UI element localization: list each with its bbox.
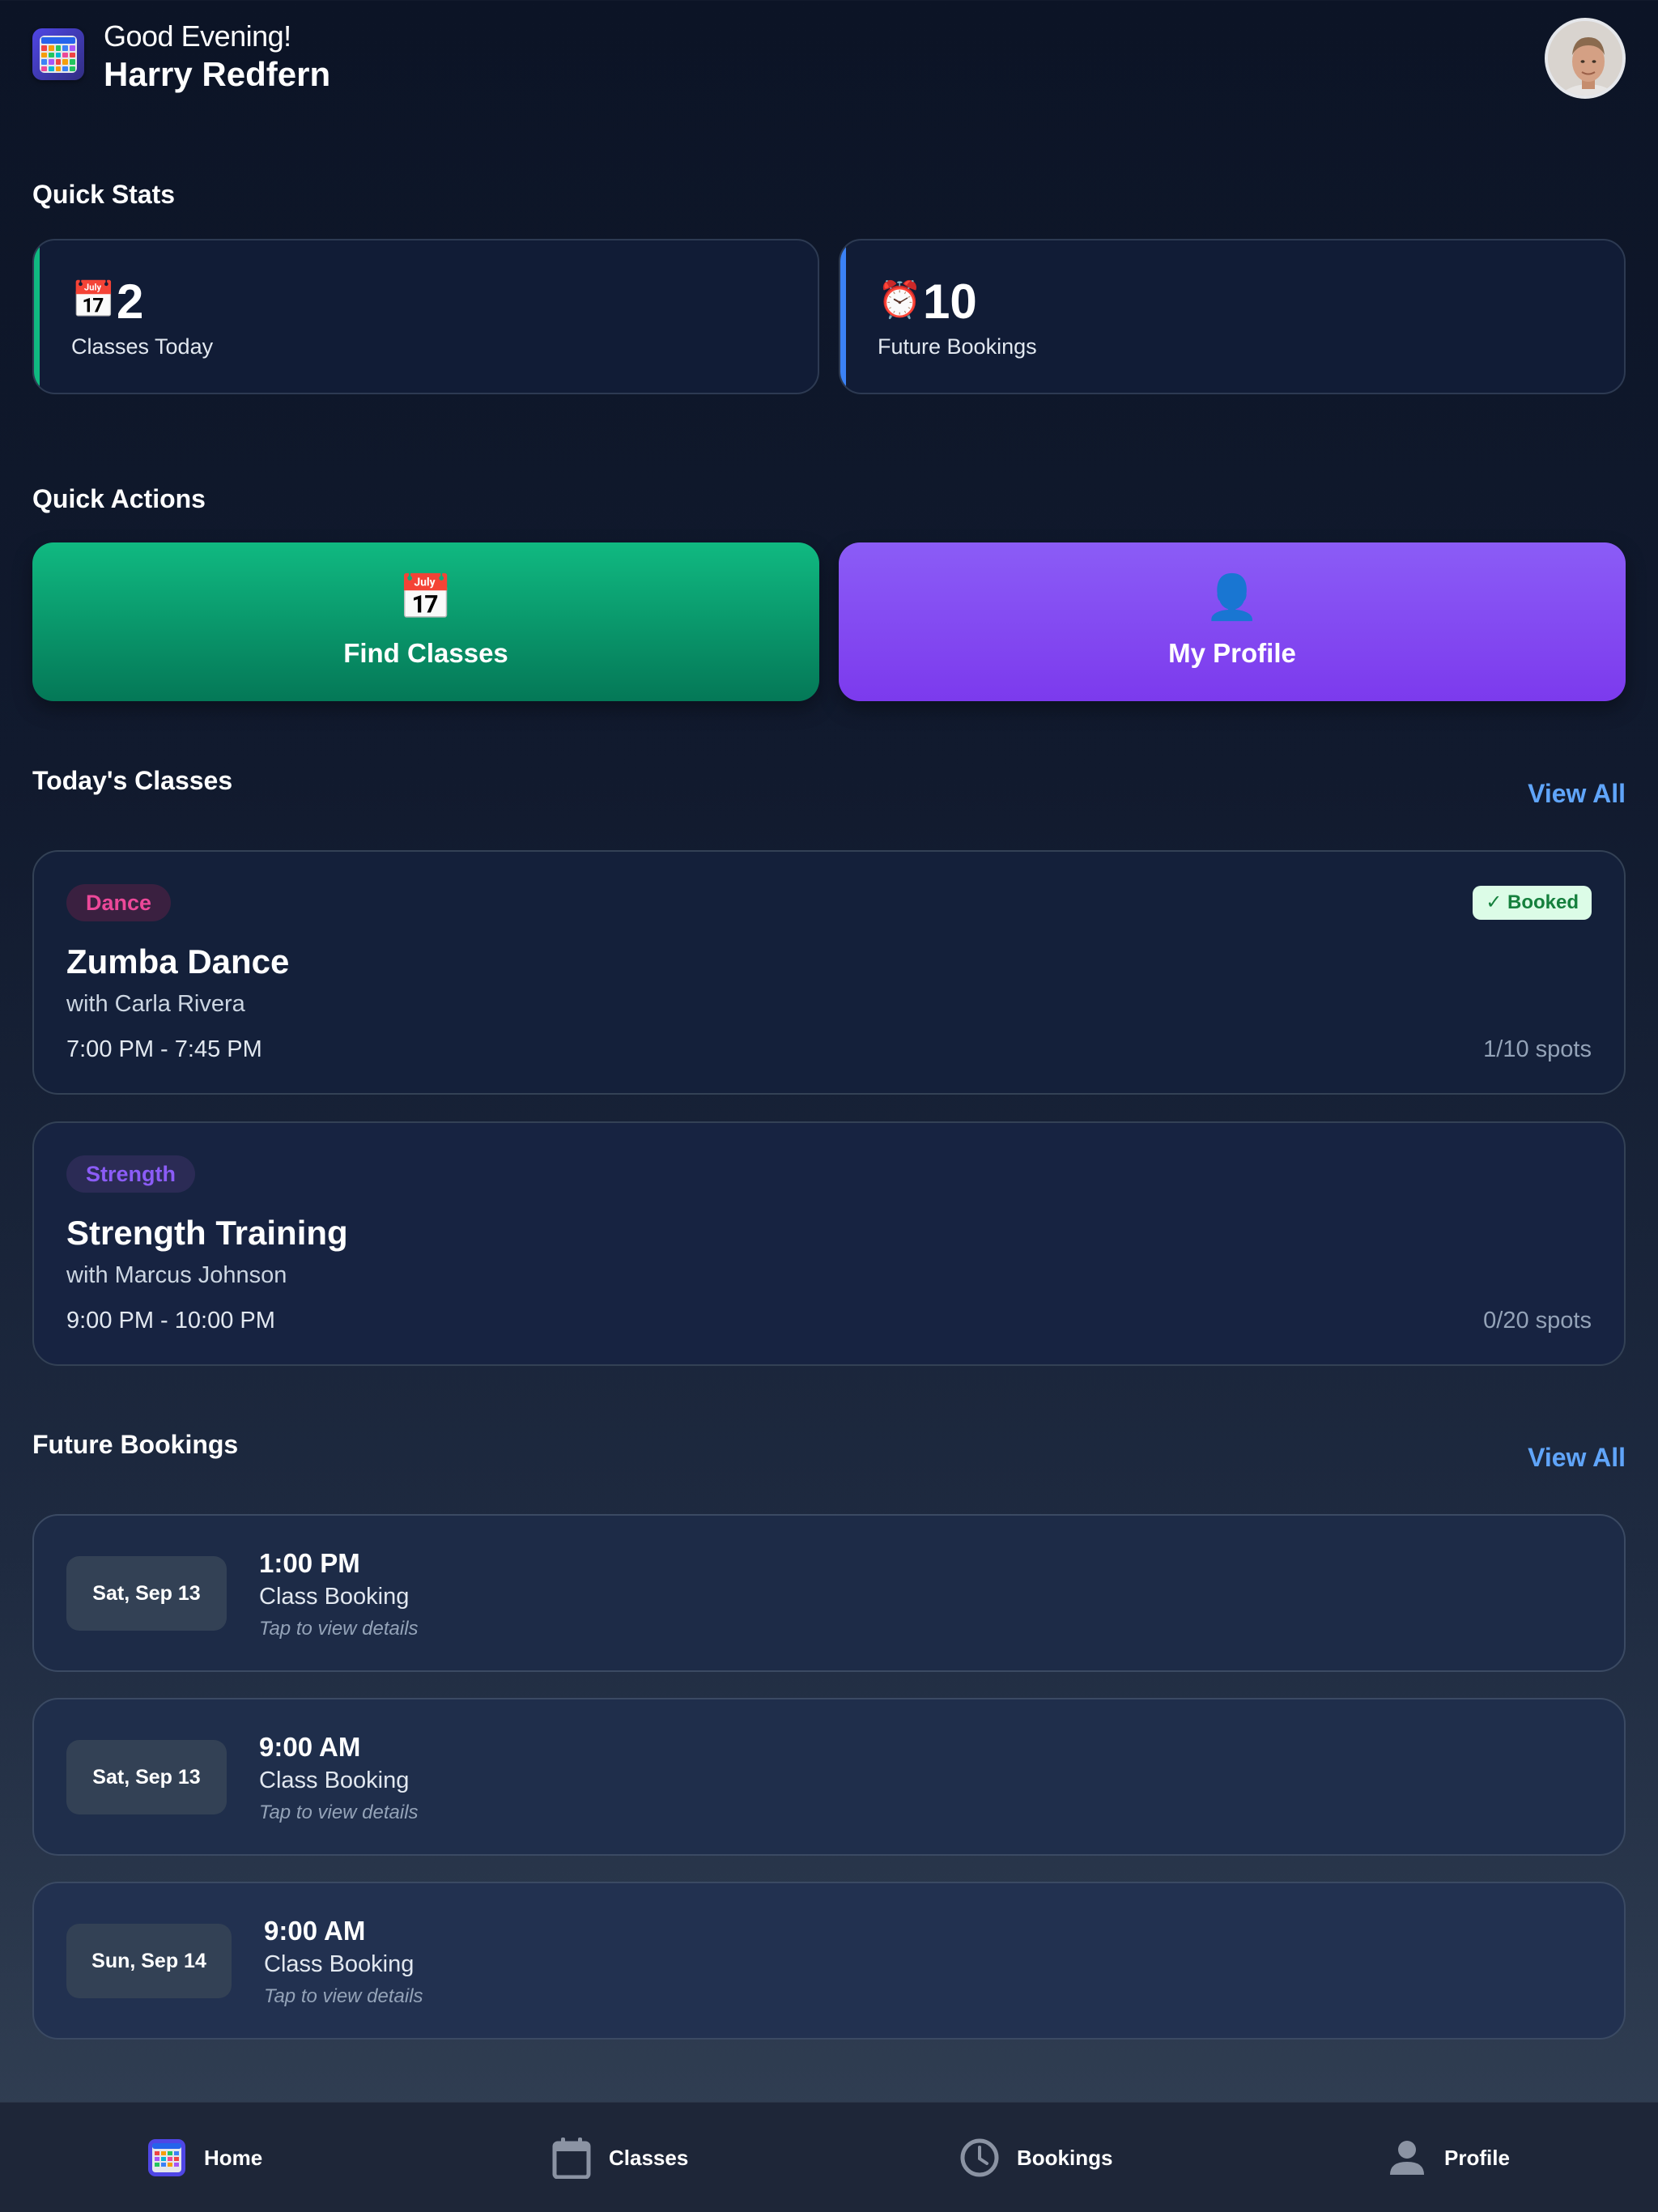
class-time: 7:00 PM - 7:45 PM <box>66 1036 262 1062</box>
action-label: My Profile <box>1168 638 1296 668</box>
find-classes-button[interactable]: 📅 Find Classes <box>32 542 819 701</box>
nav-item-home[interactable]: Home <box>146 2103 262 2212</box>
stat-value: 10 <box>923 274 977 329</box>
class-instructor: with Marcus Johnson <box>66 1262 287 1288</box>
class-title: Strength Training <box>66 1214 348 1252</box>
booking-hint: Tap to view details <box>259 1618 419 1640</box>
booking-card[interactable]: Sun, Sep 14 9:00 AM Class Booking Tap to… <box>32 1882 1626 2040</box>
class-card-strength[interactable]: Strength Strength Training with Marcus J… <box>32 1121 1626 1366</box>
booking-card[interactable]: Sat, Sep 13 1:00 PM Class Booking Tap to… <box>32 1514 1626 1672</box>
view-all-bookings-link[interactable]: View All <box>1528 1443 1626 1473</box>
nav-label: Home <box>204 2145 263 2170</box>
calendar-icon: 📅 <box>398 573 453 622</box>
stat-label: Future Bookings <box>878 334 1037 359</box>
nav-item-bookings[interactable]: Bookings <box>959 2103 1112 2212</box>
booking-date: Sun, Sep 14 <box>66 1924 232 1998</box>
app-calendar-icon <box>146 2137 188 2179</box>
class-instructor: with Carla Rivera <box>66 991 245 1017</box>
class-spots: 1/10 spots <box>1483 1036 1592 1062</box>
calendar-icon: 📅 <box>71 280 116 320</box>
booked-badge: ✓ Booked <box>1473 886 1592 920</box>
alarm-clock-icon: ⏰ <box>878 280 922 320</box>
class-title: Zumba Dance <box>66 942 290 981</box>
nav-item-classes[interactable]: Classes <box>551 2103 688 2212</box>
user-avatar[interactable] <box>1545 18 1626 99</box>
booking-date: Sat, Sep 13 <box>66 1740 227 1814</box>
todays-classes-title: Today's Classes <box>32 766 233 795</box>
class-card-zumba[interactable]: Dance ✓ Booked Zumba Dance with Carla Ri… <box>32 850 1626 1095</box>
quick-stats-title: Quick Stats <box>32 180 176 209</box>
booking-type: Class Booking <box>259 1584 410 1610</box>
future-bookings-title: Future Bookings <box>32 1430 239 1459</box>
user-silhouette-icon: 👤 <box>1205 573 1260 622</box>
stat-accent-bar <box>840 240 846 393</box>
booking-date: Sat, Sep 13 <box>66 1556 227 1631</box>
booking-type: Class Booking <box>264 1951 414 1977</box>
class-spots: 0/20 spots <box>1483 1308 1592 1334</box>
stat-value: 2 <box>117 274 144 329</box>
booking-hint: Tap to view details <box>259 1802 419 1823</box>
nav-item-profile[interactable]: Profile <box>1386 2103 1510 2212</box>
action-label: Find Classes <box>343 638 508 668</box>
nav-label: Bookings <box>1017 2145 1113 2170</box>
category-badge: Dance <box>66 884 172 921</box>
category-badge: Strength <box>66 1155 195 1193</box>
booking-card[interactable]: Sat, Sep 13 9:00 AM Class Booking Tap to… <box>32 1698 1626 1856</box>
class-time: 9:00 PM - 10:00 PM <box>66 1308 275 1334</box>
booking-hint: Tap to view details <box>264 1985 423 2007</box>
nav-label: Classes <box>609 2145 689 2170</box>
bottom-navigation: Home Classes Bookings Profile <box>0 2102 1658 2212</box>
view-all-classes-link[interactable]: View All <box>1528 779 1626 809</box>
stat-card-future-bookings[interactable]: ⏰ 10 Future Bookings <box>839 239 1626 394</box>
booking-time: 9:00 AM <box>259 1732 361 1762</box>
nav-label: Profile <box>1444 2145 1510 2170</box>
stat-accent-bar <box>34 240 40 393</box>
user-name: Harry Redfern <box>104 55 331 93</box>
calendar-icon <box>551 2137 593 2179</box>
quick-actions-title: Quick Actions <box>32 484 206 513</box>
app-header: Good Evening! Harry Redfern <box>32 18 1626 107</box>
stat-card-classes-today[interactable]: 📅 2 Classes Today <box>32 239 819 394</box>
booking-type: Class Booking <box>259 1767 410 1793</box>
my-profile-button[interactable]: 👤 My Profile <box>839 542 1626 701</box>
stat-label: Classes Today <box>71 334 214 359</box>
clock-icon <box>959 2137 1001 2179</box>
booking-time: 9:00 AM <box>264 1916 366 1946</box>
person-icon <box>1386 2137 1428 2179</box>
app-logo-icon <box>32 28 84 80</box>
booking-time: 1:00 PM <box>259 1548 360 1578</box>
greeting-text: Good Evening! <box>104 19 291 53</box>
